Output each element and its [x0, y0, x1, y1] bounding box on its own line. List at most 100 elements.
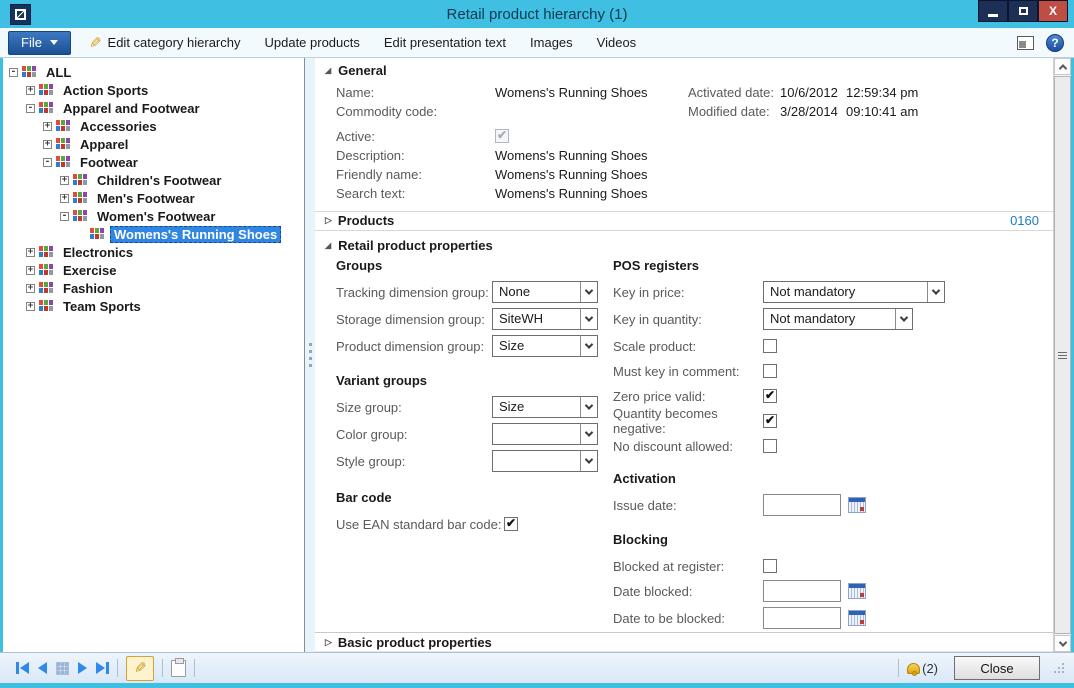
- tree-item-womens-footwear[interactable]: -Women's Footwear: [3, 207, 304, 225]
- active-checkbox: [495, 129, 509, 143]
- date-blocked-input[interactable]: [763, 580, 841, 602]
- tree-item-footwear[interactable]: - Footwear: [3, 153, 304, 171]
- date-to-be-blocked-input[interactable]: [763, 607, 841, 629]
- quantity-becomes-negative-checkbox[interactable]: [763, 414, 777, 428]
- tree-item-womens-running-shoes[interactable]: Womens's Running Shoes: [3, 225, 304, 243]
- tree-item-mens-footwear[interactable]: +Men's Footwear: [3, 189, 304, 207]
- tree-item-action-sports[interactable]: +Action Sports: [3, 81, 304, 99]
- tree-item-label: Womens's Running Shoes: [110, 226, 281, 243]
- window-layout-icon[interactable]: [1017, 36, 1034, 50]
- ean-barcode-checkbox[interactable]: [504, 517, 518, 531]
- collapse-arrow-icon: ◢: [325, 66, 331, 75]
- minimize-button[interactable]: [978, 0, 1008, 22]
- tree-item-team-sports[interactable]: +Team Sports: [3, 297, 304, 315]
- tree-item-accessories[interactable]: +Accessories: [3, 117, 304, 135]
- chevron-down-icon[interactable]: [580, 309, 597, 329]
- scrollbar-thumb[interactable]: [1054, 76, 1071, 634]
- help-icon[interactable]: ?: [1046, 34, 1064, 52]
- tree-expander[interactable]: +: [26, 302, 35, 311]
- color-group-combo[interactable]: [492, 423, 598, 445]
- section-header-retail-properties[interactable]: ◢ Retail product properties: [315, 237, 1053, 255]
- calendar-icon[interactable]: [848, 583, 866, 599]
- tree-expander[interactable]: -: [26, 104, 35, 113]
- calendar-icon[interactable]: [848, 497, 866, 513]
- must-key-in-comment-checkbox[interactable]: [763, 364, 777, 378]
- menu-item-edit-category-hierarchy[interactable]: Edit category hierarchy: [108, 35, 241, 50]
- tree-expander[interactable]: -: [43, 158, 52, 167]
- pencil-icon: ✎: [134, 659, 147, 677]
- key-in-price-combo[interactable]: Not mandatory: [763, 281, 945, 303]
- key-in-price-label: Key in price:: [613, 285, 763, 300]
- chevron-down-icon[interactable]: [580, 451, 597, 471]
- dates-block: Activated date:10/6/201212:59:34 pm Modi…: [688, 83, 918, 121]
- scale-product-checkbox[interactable]: [763, 339, 777, 353]
- scroll-down-button[interactable]: [1054, 635, 1071, 652]
- tree-expander[interactable]: +: [26, 266, 35, 275]
- tree-item-label: Apparel and Footwear: [59, 100, 204, 117]
- style-group-combo[interactable]: [492, 450, 598, 472]
- last-record-button[interactable]: [96, 662, 109, 674]
- pane-splitter[interactable]: [304, 58, 315, 652]
- chevron-down-icon[interactable]: [580, 336, 597, 356]
- menu-item-edit-presentation-text[interactable]: Edit presentation text: [384, 35, 506, 50]
- first-record-button[interactable]: [16, 662, 29, 674]
- clipboard-icon[interactable]: [171, 660, 186, 677]
- tree-expander[interactable]: -: [9, 68, 18, 77]
- tree-item-childrens-footwear[interactable]: +Children's Footwear: [3, 171, 304, 189]
- section-header-basic-properties[interactable]: ▷ Basic product properties: [315, 632, 1053, 652]
- tree-expander[interactable]: +: [26, 248, 35, 257]
- window-bottom-edge: [0, 683, 1074, 688]
- tree-expander[interactable]: +: [60, 176, 69, 185]
- tree-item-apparel[interactable]: +Apparel: [3, 135, 304, 153]
- chevron-down-icon[interactable]: [580, 282, 597, 302]
- tree-expander[interactable]: +: [43, 140, 52, 149]
- chevron-down-icon[interactable]: [927, 282, 944, 302]
- issue-date-input[interactable]: [763, 494, 841, 516]
- tree-item-label: Footwear: [76, 154, 142, 171]
- menu-item-images[interactable]: Images: [530, 35, 573, 50]
- chevron-down-icon[interactable]: [895, 309, 912, 329]
- close-window-button[interactable]: X: [1038, 0, 1068, 22]
- vertical-scrollbar[interactable]: [1053, 58, 1071, 652]
- notification-bell-icon[interactable]: [907, 663, 920, 674]
- key-in-quantity-combo[interactable]: Not mandatory: [763, 308, 913, 330]
- tree-expander[interactable]: +: [60, 194, 69, 203]
- next-record-button[interactable]: [78, 662, 87, 674]
- edit-mode-button[interactable]: ✎: [126, 656, 154, 681]
- tree-item-all[interactable]: -ALL: [3, 63, 304, 81]
- tree-expander[interactable]: +: [43, 122, 52, 131]
- blocked-at-register-checkbox[interactable]: [763, 559, 777, 573]
- maximize-button[interactable]: [1008, 0, 1038, 22]
- search-text-value: Womens's Running Shoes: [495, 186, 648, 201]
- tracking-dimension-combo[interactable]: None: [492, 281, 598, 303]
- zero-price-valid-checkbox[interactable]: [763, 389, 777, 403]
- menu-item-videos[interactable]: Videos: [597, 35, 637, 50]
- scale-product-label: Scale product:: [613, 339, 763, 354]
- tree-expander[interactable]: +: [26, 284, 35, 293]
- scroll-up-button[interactable]: [1054, 58, 1071, 75]
- section-header-products[interactable]: ▷ Products 0160: [315, 211, 1053, 231]
- tree-item-electronics[interactable]: +Electronics: [3, 243, 304, 261]
- menu-item-update-products[interactable]: Update products: [264, 35, 359, 50]
- tree-item-fashion[interactable]: +Fashion: [3, 279, 304, 297]
- product-dimension-combo[interactable]: Size: [492, 335, 598, 357]
- chevron-down-icon[interactable]: [580, 424, 597, 444]
- resize-grip[interactable]: [1054, 663, 1064, 673]
- no-discount-allowed-checkbox[interactable]: [763, 439, 777, 453]
- calendar-icon[interactable]: [848, 610, 866, 626]
- size-group-combo[interactable]: Size: [492, 396, 598, 418]
- storage-dimension-combo[interactable]: SiteWH: [492, 308, 598, 330]
- tree-item-apparel-and-footwear[interactable]: - Apparel and Footwear: [3, 99, 304, 117]
- chevron-down-icon[interactable]: [580, 397, 597, 417]
- category-icon: [39, 282, 54, 295]
- must-key-in-comment-label: Must key in comment:: [613, 364, 763, 379]
- file-menu-button[interactable]: File: [8, 31, 71, 55]
- previous-record-button[interactable]: [38, 662, 47, 674]
- products-count-link[interactable]: 0160: [1010, 213, 1039, 228]
- grid-view-icon[interactable]: [56, 662, 69, 675]
- tree-expander[interactable]: +: [26, 86, 35, 95]
- tree-item-exercise[interactable]: +Exercise: [3, 261, 304, 279]
- tree-expander[interactable]: -: [60, 212, 69, 221]
- section-header-general[interactable]: ◢ General: [315, 62, 1053, 80]
- close-button[interactable]: Close: [954, 656, 1040, 680]
